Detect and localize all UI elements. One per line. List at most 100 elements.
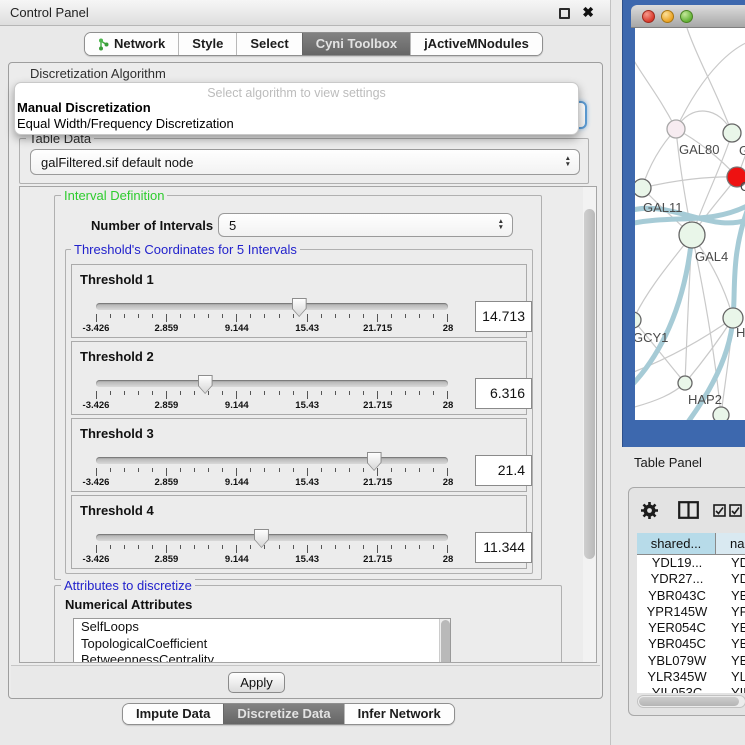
network-node[interactable] xyxy=(635,179,651,197)
scrollbar-thumb[interactable] xyxy=(584,209,595,559)
screen: Control Panel ✖ NetworkStyleSelectCyni T… xyxy=(0,0,745,745)
threshold-value-field[interactable]: 6.316 xyxy=(475,378,532,409)
tab-jactivemnodules[interactable]: jActiveMNodules xyxy=(410,33,542,55)
network-node[interactable] xyxy=(713,407,729,420)
apply-band: Apply xyxy=(11,665,600,698)
tab-label: Style xyxy=(192,33,223,55)
scrollbar-thumb[interactable] xyxy=(639,697,739,706)
minor-tick xyxy=(321,468,322,472)
network-edge xyxy=(635,235,692,388)
popup-option-manual-discretization[interactable]: Manual Discretization xyxy=(15,100,578,116)
table-row[interactable]: YPR145WYPR1 xyxy=(637,604,745,620)
minor-tick xyxy=(293,391,294,395)
table-hscrollbar[interactable] xyxy=(637,695,745,708)
major-tick xyxy=(377,314,378,322)
tick-label: 9.144 xyxy=(225,554,249,565)
minor-tick xyxy=(363,391,364,395)
table-row[interactable]: YBL079WYBL0 xyxy=(637,653,745,669)
tab-discretize-data[interactable]: Discretize Data xyxy=(223,704,343,724)
close-icon[interactable]: ✖ xyxy=(582,4,594,21)
tab-cyni-toolbox[interactable]: Cyni Toolbox xyxy=(302,33,410,55)
minor-tick xyxy=(363,545,364,549)
zoom-traffic-light-icon[interactable] xyxy=(680,10,693,23)
network-node[interactable] xyxy=(678,376,692,390)
minor-tick xyxy=(321,545,322,549)
threshold-value-field[interactable]: 11.344 xyxy=(475,532,532,563)
tick-label: 21.715 xyxy=(363,400,392,411)
major-tick xyxy=(447,468,448,476)
minor-tick xyxy=(194,314,195,318)
gear-icon[interactable] xyxy=(640,501,659,520)
network-node[interactable] xyxy=(723,124,741,142)
minor-tick xyxy=(194,545,195,549)
num-intervals-combobox[interactable]: 5 ▲▼ xyxy=(218,213,513,237)
network-node[interactable] xyxy=(679,222,705,248)
numerical-attributes-list[interactable]: SelfLoopsTopologicalCoefficientBetweenne… xyxy=(73,618,451,663)
float-window-icon[interactable] xyxy=(559,8,570,19)
threshold-value-field[interactable]: 14.713 xyxy=(475,301,532,332)
minor-tick xyxy=(264,314,265,318)
table-row[interactable]: YER054CYER0 xyxy=(637,620,745,636)
tab-select[interactable]: Select xyxy=(236,33,301,55)
close-traffic-light-icon[interactable] xyxy=(642,10,655,23)
scrollbar-thumb[interactable] xyxy=(441,620,450,663)
minor-tick xyxy=(194,391,195,395)
tab-style[interactable]: Style xyxy=(178,33,236,55)
threshold-slider-track[interactable] xyxy=(96,457,448,464)
attributes-list-scrollbar[interactable] xyxy=(439,619,450,663)
control-panel-tabbar: Network Style SelectCyni Toolbox jActiveMNo… xyxy=(84,32,543,56)
network-graph: GAL80GACGAL11GAL4GCY1HHAP2 xyxy=(635,28,745,420)
minor-tick xyxy=(138,391,139,395)
attribute-list-item[interactable]: SelfLoops xyxy=(74,619,450,636)
threshold-slider-track[interactable] xyxy=(96,534,448,541)
column-header-name[interactable]: name xyxy=(716,533,745,554)
table-data-combobox[interactable]: galFiltered.sif default node ▲▼ xyxy=(30,149,580,175)
table-row[interactable]: YDR27...YDR2 xyxy=(637,571,745,587)
table-header-row: shared... name xyxy=(637,533,745,555)
tab-label: Infer Network xyxy=(358,703,441,725)
bottom-tabbar: Impute Data Discretize Data Infer Network xyxy=(122,703,455,725)
num-intervals-value: 5 xyxy=(229,214,236,238)
threshold-label: Threshold 3 xyxy=(80,426,154,441)
attribute-list-item[interactable]: BetweennessCentrality xyxy=(74,652,450,663)
network-edge xyxy=(642,177,737,188)
minor-tick xyxy=(363,314,364,318)
checkbox-icon[interactable] xyxy=(729,504,742,517)
cell-shared-name: YPR145W xyxy=(637,604,717,620)
table-row[interactable]: YDL19...YDL1 xyxy=(637,555,745,571)
tab-infer-network[interactable]: Infer Network xyxy=(344,704,454,724)
minor-tick xyxy=(138,545,139,549)
network-canvas[interactable]: GAL80GACGAL11GAL4GCY1HHAP2 xyxy=(635,28,745,420)
network-edge xyxy=(692,235,733,318)
minor-tick xyxy=(405,545,406,549)
network-node[interactable] xyxy=(667,120,685,138)
tab-label: Discretize Data xyxy=(237,703,330,725)
threshold-slider-track[interactable] xyxy=(96,380,448,387)
split-columns-icon[interactable] xyxy=(678,501,699,519)
table-row[interactable]: YBR045CYBR0 xyxy=(637,636,745,652)
minor-tick xyxy=(110,545,111,549)
threshold-slider-track[interactable] xyxy=(96,303,448,310)
threshold-value-field[interactable]: 21.4 xyxy=(475,455,532,486)
tab-label: jActiveMNodules xyxy=(424,33,529,55)
attribute-list-item[interactable]: TopologicalCoefficient xyxy=(74,636,450,653)
table-row[interactable]: YIL053CYIL0 xyxy=(637,685,745,693)
apply-button[interactable]: Apply xyxy=(228,672,285,693)
table-row[interactable]: YLR345WYLR3 xyxy=(637,669,745,685)
table-row[interactable]: YBR043CYBR0 xyxy=(637,588,745,604)
tab-network[interactable]: Network xyxy=(85,33,178,55)
minor-tick xyxy=(110,468,111,472)
threshold-label: Threshold 4 xyxy=(80,503,154,518)
network-node[interactable] xyxy=(635,312,641,328)
checkbox-icon[interactable] xyxy=(713,504,726,517)
popup-option-equal-width-frequency[interactable]: Equal Width/Frequency Discretization xyxy=(15,116,578,132)
minor-tick xyxy=(349,545,350,549)
network-edge xyxy=(687,28,732,133)
node-label: HAP2 xyxy=(688,392,722,407)
minimize-traffic-light-icon[interactable] xyxy=(661,10,674,23)
tab-impute-data[interactable]: Impute Data xyxy=(123,704,223,724)
minor-tick xyxy=(222,545,223,549)
minor-tick xyxy=(208,545,209,549)
settings-scrollbar[interactable] xyxy=(583,187,596,662)
column-header-shared-name[interactable]: shared... xyxy=(637,533,716,554)
